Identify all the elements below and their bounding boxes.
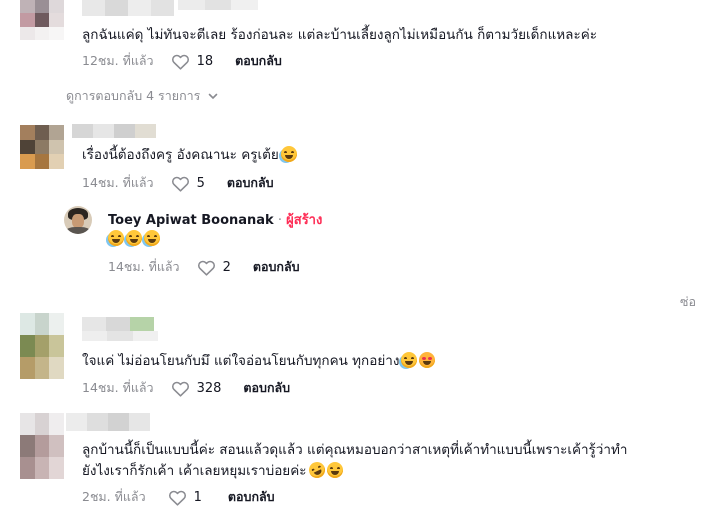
reply-time: 14ชม. ที่แล้ว <box>108 259 180 274</box>
avatar-face <box>72 214 84 228</box>
hide-replies-button[interactable]: ซ่อ <box>680 292 696 312</box>
creator-badge: ผู้สร้าง <box>286 213 323 228</box>
like-button[interactable]: 5 <box>171 175 205 192</box>
avatar[interactable] <box>20 413 64 479</box>
like-count: 5 <box>196 175 205 191</box>
comment-text: ใจแค่ ไม่อ่อนโยนกับมึ แต่ใจอ่อนโยนกับทุก… <box>82 351 436 371</box>
like-button[interactable]: 2 <box>197 259 231 276</box>
face-with-tears-of-joy-emoji <box>144 230 160 246</box>
reply-meta: 14ชม. ที่แล้ว 2 ตอบกลับ <box>108 257 300 277</box>
avatar-shirt <box>66 227 90 234</box>
comment-text-body: ยังไงเราก็รักเค้า เค้าเลยหยุมเราบ่อยค่ะ <box>82 463 307 479</box>
username[interactable] <box>82 317 154 331</box>
like-button[interactable]: 18 <box>171 53 214 70</box>
grinning-face-emoji <box>326 462 343 478</box>
face-with-tears-of-joy-emoji <box>401 352 418 368</box>
reply-button[interactable]: ตอบกลับ <box>235 51 282 71</box>
username[interactable] <box>72 124 156 138</box>
like-count: 328 <box>196 380 222 396</box>
comment-text-line-2: ยังไงเราก็รักเค้า เค้าเลยหยุมเราบ่อยค่ะ <box>82 459 343 481</box>
chevron-down-icon <box>209 93 218 100</box>
heart-outline-icon <box>168 490 186 506</box>
reply-button[interactable]: ตอบกลับ <box>228 487 275 507</box>
heart-outline-icon <box>171 381 189 397</box>
comment-time: 14ชม. ที่แล้ว <box>82 175 154 190</box>
username[interactable] <box>66 413 150 431</box>
comment-time: 2ชม. ที่แล้ว <box>82 489 146 504</box>
heart-outline-icon <box>171 54 189 70</box>
view-replies-label: ดูการตอบกลับ 4 รายการ <box>66 88 201 103</box>
comment-meta: 2ชม. ที่แล้ว 1 ตอบกลับ <box>82 487 275 507</box>
face-with-tears-of-joy-emoji <box>108 230 124 246</box>
username[interactable] <box>82 0 174 16</box>
rolling-on-floor-laughing-emoji <box>305 459 328 481</box>
comment-meta: 12ชม. ที่แล้ว 18 ตอบกลับ <box>82 51 282 71</box>
like-count: 2 <box>222 259 231 275</box>
comment-text-body: เรื่องนี้ต้องถึงครู อังคณานะ ครูเต้ย <box>82 147 279 163</box>
username <box>82 331 158 341</box>
comment-meta: 14ชม. ที่แล้ว 328 ตอบกลับ <box>82 378 290 398</box>
comment-time: 12ชม. ที่แล้ว <box>82 53 154 68</box>
reply-button[interactable]: ตอบกลับ <box>253 257 300 277</box>
separator-dot: · <box>277 213 282 228</box>
creator-header: Toey Apiwat Boonanak · ผู้สร้าง <box>108 209 322 230</box>
view-replies-button[interactable]: ดูการตอบกลับ 4 รายการ <box>66 86 219 106</box>
reply-emojis <box>108 229 160 249</box>
reply-button[interactable]: ตอบกลับ <box>243 378 290 398</box>
reply-button[interactable]: ตอบกลับ <box>227 173 274 193</box>
like-count: 1 <box>193 489 202 505</box>
creator-avatar[interactable] <box>64 206 92 234</box>
like-count: 18 <box>196 53 214 69</box>
username <box>178 0 258 10</box>
like-button[interactable]: 328 <box>171 380 222 397</box>
creator-name[interactable]: Toey Apiwat Boonanak <box>108 213 274 228</box>
comment-text: ลูกฉันแค่ดุ ไม่ทันจะตีเลย ร้องก่อนละ แต่… <box>82 27 597 43</box>
face-with-tears-of-joy-emoji <box>280 146 297 162</box>
comment-text-body: ใจแค่ ไม่อ่อนโยนกับมึ แต่ใจอ่อนโยนกับทุก… <box>82 353 400 369</box>
like-button[interactable]: 1 <box>168 489 202 506</box>
comment-time: 14ชม. ที่แล้ว <box>82 380 154 395</box>
heart-outline-icon <box>197 260 215 276</box>
comment-meta: 14ชม. ที่แล้ว 5 ตอบกลับ <box>82 173 274 193</box>
avatar[interactable] <box>20 0 64 40</box>
comment-text: เรื่องนี้ต้องถึงครู อังคณานะ ครูเต้ย <box>82 145 297 165</box>
face-with-tears-of-joy-emoji <box>126 230 142 246</box>
heart-outline-icon <box>171 176 189 192</box>
comment-text-line-1: ลูกบ้านนี้ก็เป็นแบบนี้ค่ะ สอนแล้วดุแล้ว … <box>82 442 628 458</box>
smiling-face-with-hearts-emoji <box>419 352 436 368</box>
avatar[interactable] <box>20 125 64 169</box>
avatar[interactable] <box>20 313 64 379</box>
